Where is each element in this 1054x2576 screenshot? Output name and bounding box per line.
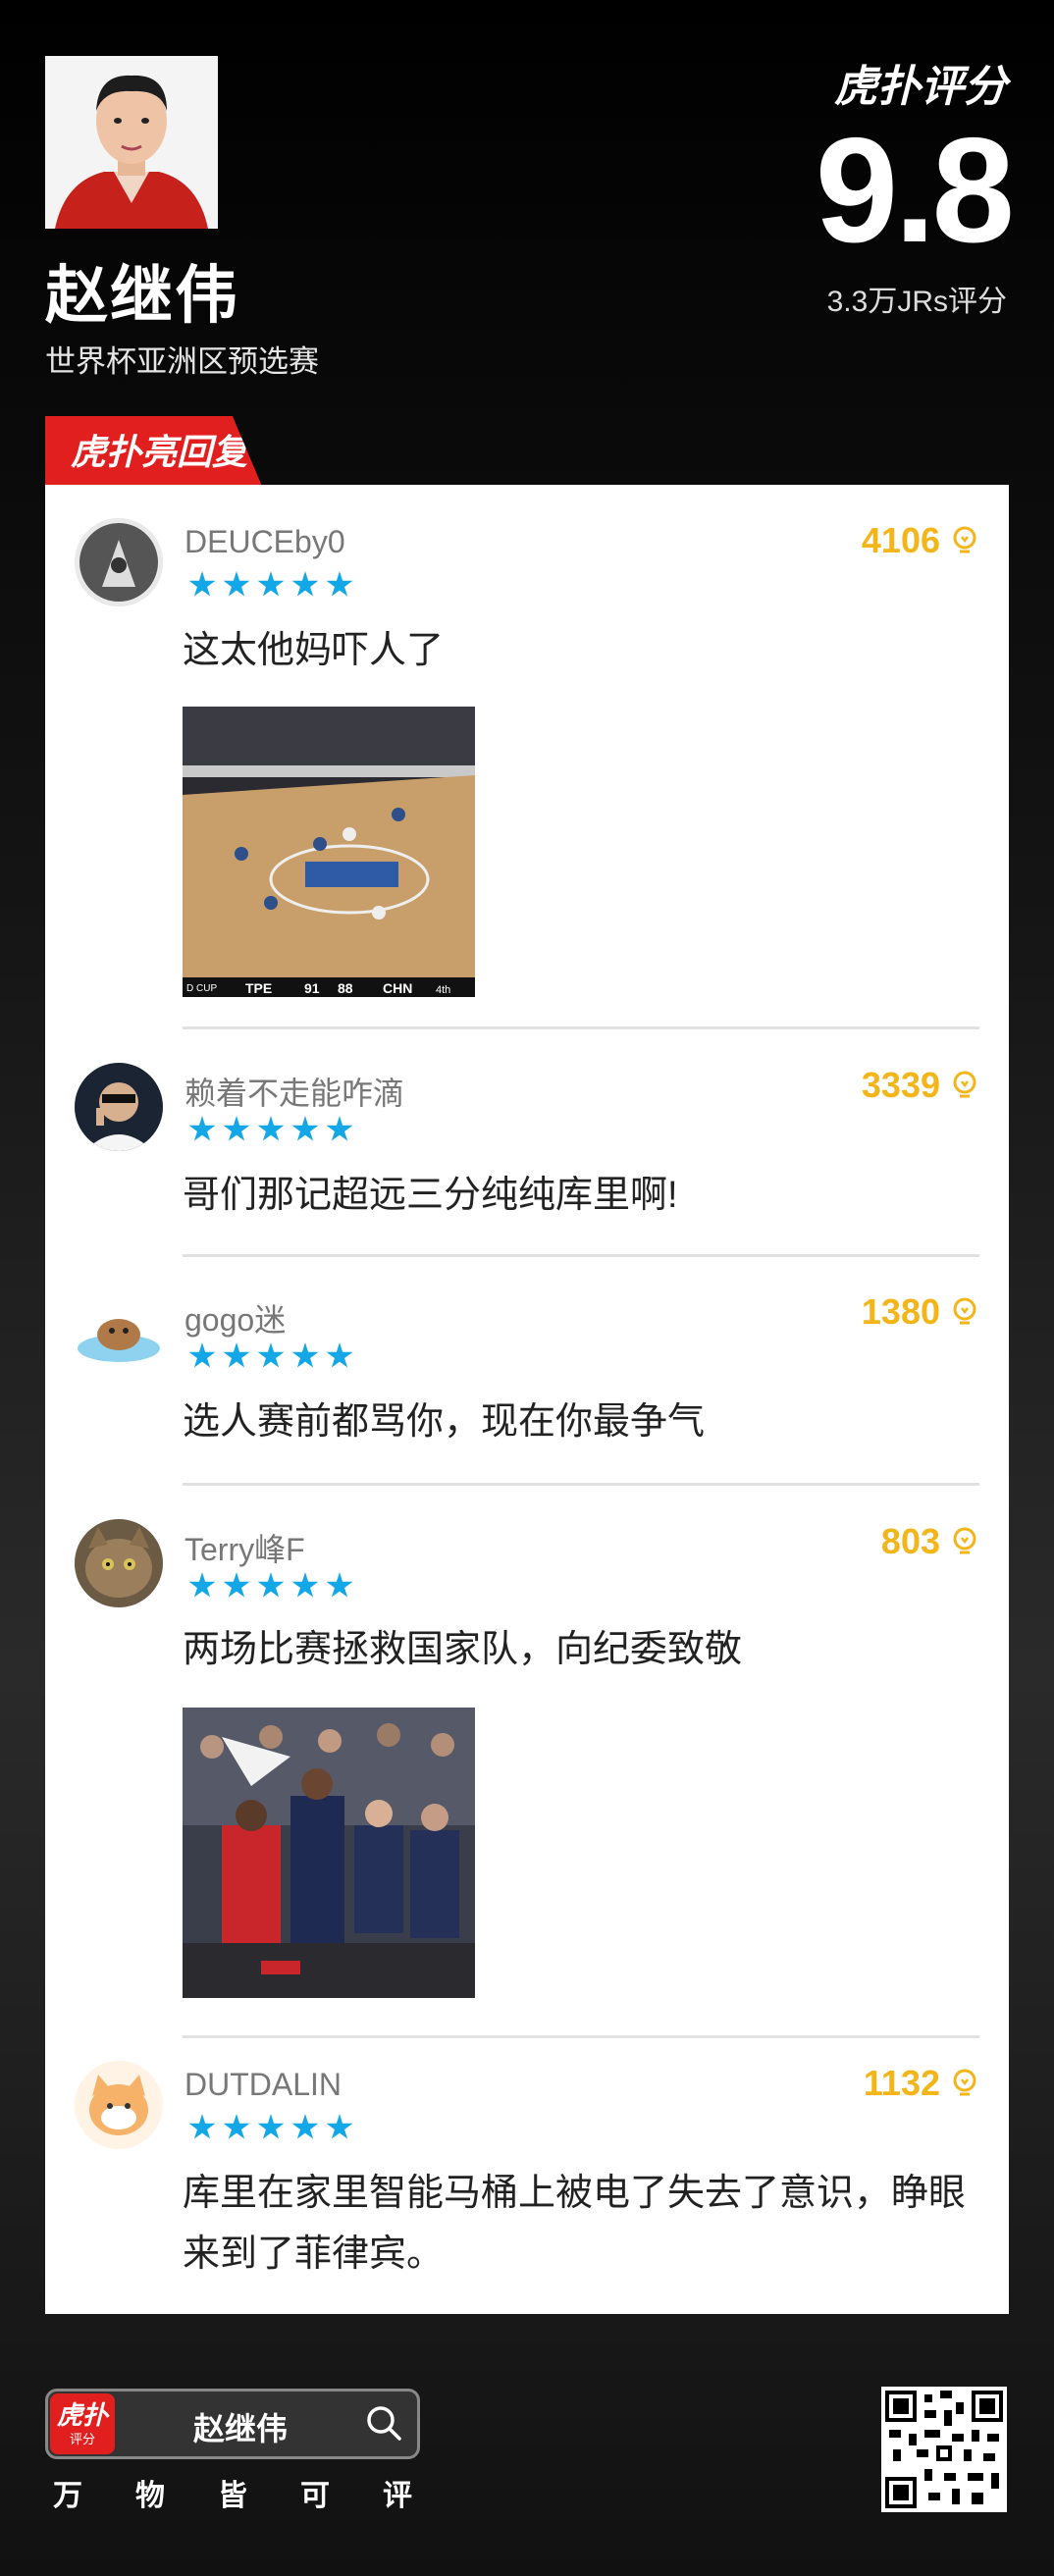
comment-text: 哥们那记超远三分纯纯库里啊!	[183, 1175, 678, 1216]
star-icon	[257, 1342, 285, 1368]
star-icon	[188, 2114, 216, 2139]
rating-score: 9.8	[815, 107, 1015, 274]
star-icon	[223, 1342, 250, 1368]
scoreboard-score2: 88	[338, 980, 353, 996]
star-icon	[291, 2114, 319, 2139]
header: 赵继伟 世界杯亚洲区预选赛 虎扑评分 9.8 3.3万JRs评分	[0, 0, 1054, 422]
user-avatar[interactable]	[75, 518, 163, 606]
slogan-char: 万	[53, 2480, 82, 2512]
comment-text: 这太他妈吓人了	[183, 630, 445, 671]
star-icon	[291, 1342, 319, 1368]
star-icon	[326, 571, 353, 597]
search-bar[interactable]: 虎扑 评分 赵继伟	[45, 2389, 420, 2459]
comment-text: 选人赛前都骂你，现在你最争气	[183, 1401, 706, 1443]
star-icon	[223, 571, 250, 597]
divider	[183, 1254, 979, 1257]
slogan-char: 评	[383, 2480, 412, 2512]
star-icon	[223, 1116, 250, 1141]
username[interactable]: Terry峰F	[184, 1525, 305, 1570]
star-icon	[291, 571, 319, 597]
username[interactable]: 赖着不走能咋滴	[184, 1069, 404, 1114]
star-icon	[326, 2114, 353, 2139]
user-avatar[interactable]	[75, 1289, 163, 1378]
footer-logo-sub: 评分	[69, 2432, 95, 2446]
brand-logo: 虎扑评分	[834, 63, 1007, 111]
player-name: 赵继伟	[45, 260, 239, 331]
like-count[interactable]: 3339	[862, 1065, 979, 1106]
scoreboard-quarter: 4th	[436, 984, 450, 996]
user-avatar[interactable]	[75, 2061, 163, 2149]
star-icon	[188, 1572, 216, 1598]
slogan: 万 物 皆 可 评	[45, 2471, 420, 2514]
divider	[183, 1483, 979, 1486]
star-icon	[188, 571, 216, 597]
comment-text: 库里在家里智能马桶上被电了失去了意识，睁眼来到了菲律宾。	[183, 2173, 967, 2275]
divider	[183, 2035, 979, 2038]
username[interactable]: gogo迷	[184, 1295, 286, 1341]
username[interactable]: DUTDALIN	[184, 2067, 342, 2103]
qr-code[interactable]	[881, 2387, 1007, 2512]
footer-logo-text: 虎扑	[56, 2400, 108, 2430]
like-count[interactable]: 1132	[864, 2063, 979, 2104]
event-name: 世界杯亚洲区预选赛	[45, 344, 319, 379]
username[interactable]: DEUCEby0	[184, 524, 345, 560]
star-rating	[188, 2114, 353, 2141]
like-count-value: 4106	[861, 520, 940, 560]
search-icon[interactable]	[364, 2403, 403, 2443]
star-rating	[188, 571, 353, 599]
lightbulb-icon	[953, 1297, 976, 1325]
star-icon	[257, 1116, 285, 1141]
star-icon	[223, 1572, 250, 1598]
lightbulb-icon	[953, 1071, 976, 1098]
rating-count: 3.3万JRs评分	[826, 286, 1007, 318]
hupu-logo: 虎扑 评分	[50, 2393, 115, 2454]
star-icon	[223, 2114, 250, 2139]
section-tag: 虎扑亮回复	[45, 416, 263, 489]
star-rating	[188, 1572, 353, 1600]
like-count[interactable]: 1380	[862, 1291, 979, 1333]
star-icon	[326, 1572, 353, 1598]
star-icon	[291, 1572, 319, 1598]
slogan-char: 皆	[218, 2480, 247, 2512]
player-avatar	[45, 56, 218, 229]
star-icon	[257, 1572, 285, 1598]
slogan-char: 可	[300, 2480, 330, 2512]
like-count[interactable]: 4106	[862, 520, 979, 561]
lightbulb-icon	[953, 526, 976, 553]
scoreboard-cup: D CUP	[186, 983, 217, 994]
like-count[interactable]: 803	[881, 1521, 979, 1562]
star-icon	[326, 1342, 353, 1368]
scoreboard-team1: TPE	[245, 980, 272, 996]
star-icon	[188, 1342, 216, 1368]
comment-text: 两场比赛拯救国家队，向纪委致敬	[183, 1629, 743, 1670]
like-count-value: 3339	[861, 1065, 940, 1105]
slogan-char: 物	[135, 2480, 165, 2512]
user-avatar[interactable]	[75, 1519, 163, 1607]
comment-image[interactable]	[183, 1708, 475, 1998]
star-icon	[188, 1116, 216, 1141]
star-icon	[257, 2114, 285, 2139]
comments-card: DEUCEby0 4106 这太他妈吓人了 D CUP TPE 91 88 CH…	[45, 485, 1009, 2314]
divider	[183, 1026, 979, 1029]
scoreboard-team2: CHN	[383, 980, 412, 996]
star-icon	[257, 571, 285, 597]
user-avatar[interactable]	[75, 1063, 163, 1151]
star-icon	[326, 1116, 353, 1141]
scoreboard-score1: 91	[304, 980, 320, 996]
star-rating	[188, 1342, 353, 1370]
like-count-value: 1380	[861, 1291, 940, 1332]
search-text: 赵继伟	[193, 2411, 289, 2446]
like-count-value: 1132	[863, 2063, 940, 2103]
star-icon	[291, 1116, 319, 1141]
lightbulb-icon	[953, 1527, 976, 1554]
lightbulb-icon	[953, 2069, 976, 2096]
star-rating	[188, 1116, 353, 1143]
comment-image[interactable]: D CUP TPE 91 88 CHN 4th	[183, 707, 475, 997]
like-count-value: 803	[880, 1521, 940, 1561]
